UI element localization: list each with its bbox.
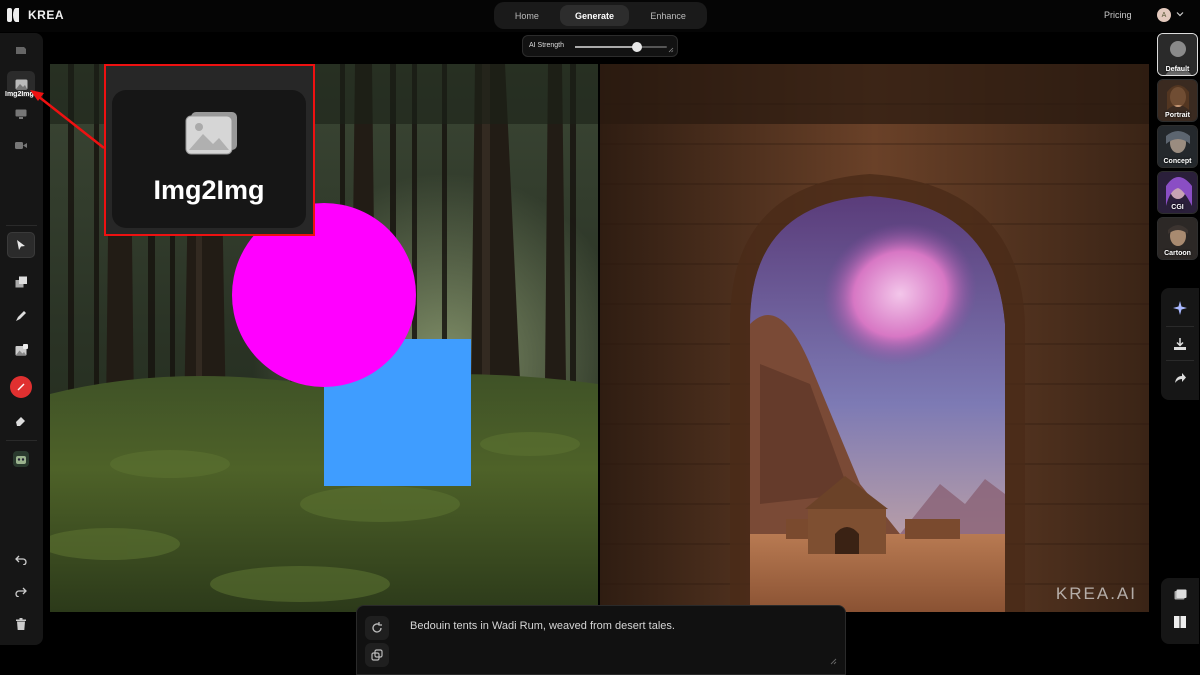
prompt-box: Bedouin tents in Wadi Rum, weaved from d… bbox=[356, 605, 846, 675]
preset-default-label: Default bbox=[1165, 66, 1190, 73]
preset-cartoon[interactable]: Cartoon bbox=[1157, 217, 1198, 260]
output-actions bbox=[1161, 288, 1199, 400]
sparkle-icon bbox=[1173, 301, 1187, 315]
download-icon bbox=[1174, 338, 1186, 350]
preset-portrait-label: Portrait bbox=[1165, 112, 1190, 119]
single-view-icon bbox=[1174, 589, 1186, 599]
prompt-settings-button[interactable] bbox=[365, 643, 389, 667]
split-view-button[interactable] bbox=[1170, 612, 1190, 632]
view-toggles bbox=[1161, 578, 1199, 644]
preset-portrait[interactable]: Portrait bbox=[1157, 79, 1198, 122]
refresh-icon bbox=[372, 622, 382, 633]
enhance-button[interactable] bbox=[1170, 298, 1190, 318]
prompt-input[interactable]: Bedouin tents in Wadi Rum, weaved from d… bbox=[410, 620, 675, 632]
callout-arrow bbox=[30, 90, 105, 149]
share-button[interactable] bbox=[1170, 368, 1190, 388]
preset-cartoon-label: Cartoon bbox=[1164, 250, 1191, 257]
split-view-icon bbox=[1174, 616, 1186, 628]
preset-cgi-label: CGI bbox=[1171, 204, 1184, 211]
dice-icon bbox=[371, 649, 383, 661]
preset-default[interactable]: Default bbox=[1157, 33, 1198, 76]
reset-prompt-button[interactable] bbox=[365, 616, 389, 640]
preset-concept-label: Concept bbox=[1163, 158, 1192, 165]
share-icon bbox=[1175, 373, 1186, 383]
resize-handle-icon[interactable] bbox=[830, 658, 837, 665]
preset-concept[interactable]: Concept bbox=[1157, 125, 1198, 168]
preset-cgi[interactable]: CGI bbox=[1157, 171, 1198, 214]
single-view-button[interactable] bbox=[1170, 584, 1190, 604]
download-button[interactable] bbox=[1170, 334, 1190, 354]
